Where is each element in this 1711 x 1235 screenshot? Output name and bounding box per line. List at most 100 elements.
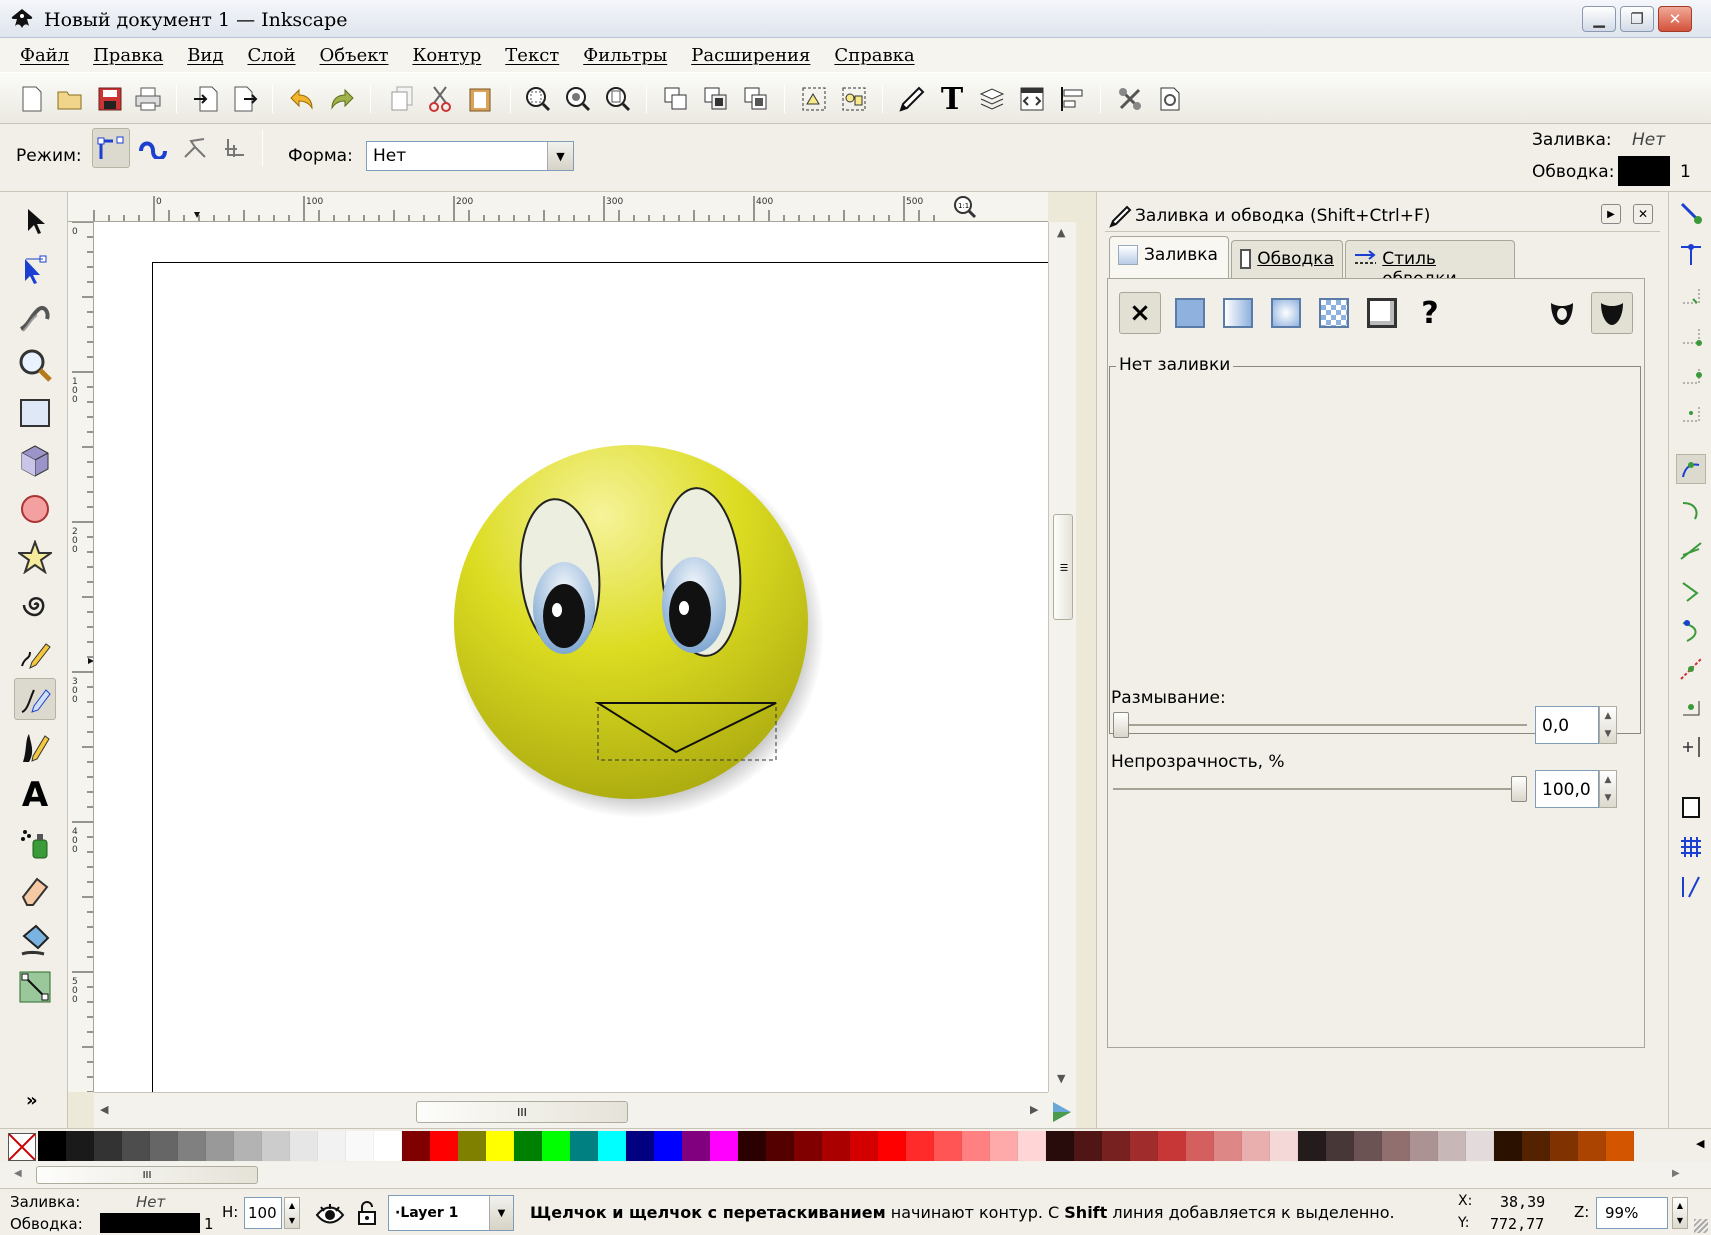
- palette-scroll-right-icon[interactable]: ▶: [1672, 1168, 1680, 1179]
- palette-swatch[interactable]: [542, 1131, 570, 1161]
- blur-spin-buttons[interactable]: ▲ ▼: [1599, 706, 1617, 744]
- menu-layer[interactable]: Слой: [248, 45, 296, 66]
- menu-path[interactable]: Контур: [412, 45, 481, 66]
- palette-swatch[interactable]: [150, 1131, 178, 1161]
- eraser-tool-icon[interactable]: [14, 870, 56, 912]
- menu-file[interactable]: Файл: [20, 45, 69, 66]
- zoom-fit-icon[interactable]: 1:1: [950, 192, 980, 221]
- scroll-down-icon[interactable]: ▼: [1057, 1072, 1065, 1085]
- pencil-tool-icon[interactable]: [14, 632, 56, 674]
- new-icon[interactable]: [18, 85, 46, 113]
- snap-smooth-icon[interactable]: [1676, 616, 1706, 646]
- zoom-drawing-icon[interactable]: [564, 85, 592, 113]
- snap-guide-icon[interactable]: [1676, 872, 1706, 902]
- palette-swatch[interactable]: [850, 1131, 878, 1161]
- palette-swatch[interactable]: [402, 1131, 430, 1161]
- palette-swatch[interactable]: [962, 1131, 990, 1161]
- opacity-spin-buttons[interactable]: ▲ ▼: [1599, 770, 1617, 808]
- palette-swatch[interactable]: [262, 1131, 290, 1161]
- align-icon[interactable]: [1058, 85, 1086, 113]
- unlink-clone-icon[interactable]: [742, 85, 770, 113]
- scroll-right-icon[interactable]: ▶: [1030, 1103, 1038, 1116]
- palette-swatch[interactable]: [1242, 1131, 1270, 1161]
- xml-editor-icon[interactable]: [1018, 85, 1046, 113]
- undo-icon[interactable]: [288, 85, 316, 113]
- snap-bbox-icon[interactable]: [1676, 240, 1706, 270]
- horizontal-scrollbar[interactable]: ◀ III ▶: [94, 1092, 1048, 1130]
- zoom-page-icon[interactable]: [604, 85, 632, 113]
- snap-midpoint-icon[interactable]: [1676, 654, 1706, 684]
- status-h-spin[interactable]: ▲ ▼: [284, 1197, 300, 1229]
- spray-tool-icon[interactable]: [14, 822, 56, 864]
- palette-swatch[interactable]: [1494, 1131, 1522, 1161]
- layers-icon[interactable]: [978, 85, 1006, 113]
- snap-bbox-midpoint-icon[interactable]: [1676, 360, 1706, 390]
- dialog-close-button[interactable]: ✕: [1633, 204, 1653, 224]
- snap-path-icon[interactable]: [1676, 496, 1706, 526]
- smiley-drawing[interactable]: [94, 222, 1048, 1092]
- menu-text[interactable]: Текст: [505, 45, 559, 66]
- palette-menu-icon[interactable]: ◀: [1696, 1137, 1704, 1150]
- dialog-iconify-button[interactable]: ▶: [1601, 204, 1621, 224]
- palette-swatch[interactable]: [1018, 1131, 1046, 1161]
- palette-swatch[interactable]: [990, 1131, 1018, 1161]
- mode-regular-bezier-button[interactable]: [92, 128, 130, 168]
- palette-swatch[interactable]: [346, 1131, 374, 1161]
- open-icon[interactable]: [56, 85, 84, 113]
- fill-rule-nonzero-button[interactable]: [1591, 292, 1633, 334]
- tab-stroke-style[interactable]: Стиль обводки: [1345, 240, 1515, 289]
- print-icon[interactable]: [134, 85, 162, 113]
- palette-swatch[interactable]: [458, 1131, 486, 1161]
- palette-swatch[interactable]: [1382, 1131, 1410, 1161]
- palette-swatch[interactable]: [738, 1131, 766, 1161]
- palette-swatch[interactable]: [878, 1131, 906, 1161]
- palette-swatch[interactable]: [374, 1131, 402, 1161]
- paint-unset-button[interactable]: ?: [1409, 292, 1451, 334]
- preferences-icon[interactable]: [1116, 85, 1144, 113]
- snap-intersection-icon[interactable]: [1676, 536, 1706, 566]
- blur-slider-knob[interactable]: [1113, 712, 1129, 738]
- group-icon[interactable]: [800, 85, 828, 113]
- status-stroke-swatch[interactable]: [100, 1213, 200, 1233]
- palette-swatch[interactable]: [1522, 1131, 1550, 1161]
- mode-paraxial-button[interactable]: [178, 130, 212, 166]
- horizontal-scroll-thumb[interactable]: III: [416, 1101, 628, 1123]
- tab-fill[interactable]: Заливка: [1109, 236, 1229, 278]
- palette-swatch[interactable]: [570, 1131, 598, 1161]
- palette-swatch[interactable]: [1326, 1131, 1354, 1161]
- palette-swatch[interactable]: [1270, 1131, 1298, 1161]
- paintbucket-tool-icon[interactable]: [14, 918, 56, 960]
- color-managed-toggle[interactable]: [1048, 1092, 1076, 1130]
- palette-swatch[interactable]: [1298, 1131, 1326, 1161]
- scroll-left-icon[interactable]: ◀: [100, 1103, 108, 1116]
- snap-rotation-center-icon[interactable]: [1676, 732, 1706, 762]
- menu-extensions[interactable]: Расширения: [691, 45, 810, 66]
- text-tool-icon[interactable]: A: [14, 774, 56, 816]
- snap-nodes-icon[interactable]: [1676, 454, 1706, 484]
- palette-swatch[interactable]: [1130, 1131, 1158, 1161]
- snap-page-icon[interactable]: [1676, 792, 1706, 822]
- palette-swatch[interactable]: [766, 1131, 794, 1161]
- palette-swatch[interactable]: [1046, 1131, 1074, 1161]
- connector-tool-icon[interactable]: [14, 966, 56, 1008]
- blur-input[interactable]: 0,0: [1535, 706, 1599, 744]
- snap-bbox-corner-icon[interactable]: [1676, 320, 1706, 350]
- snap-grid-icon[interactable]: [1676, 832, 1706, 862]
- menu-filters[interactable]: Фильтры: [583, 45, 667, 66]
- star-tool-icon[interactable]: [14, 536, 56, 578]
- stroke-color-swatch[interactable]: [1618, 156, 1670, 186]
- chevron-down-icon[interactable]: ▼: [547, 142, 573, 170]
- palette-swatch[interactable]: [906, 1131, 934, 1161]
- redo-icon[interactable]: [328, 85, 356, 113]
- text-font-icon[interactable]: T: [938, 82, 966, 117]
- layer-lock-icon[interactable]: [352, 1197, 382, 1229]
- layer-dropdown[interactable]: ·Layer 1 ▼: [388, 1195, 514, 1231]
- palette-swatch[interactable]: [234, 1131, 262, 1161]
- palette-swatch[interactable]: [66, 1131, 94, 1161]
- palette-swatch[interactable]: [682, 1131, 710, 1161]
- mode-spiro-button[interactable]: [136, 130, 170, 166]
- palette-swatch[interactable]: [1550, 1131, 1578, 1161]
- palette-swatch[interactable]: [794, 1131, 822, 1161]
- paint-linear-button[interactable]: [1217, 292, 1259, 334]
- palette-swatch[interactable]: [122, 1131, 150, 1161]
